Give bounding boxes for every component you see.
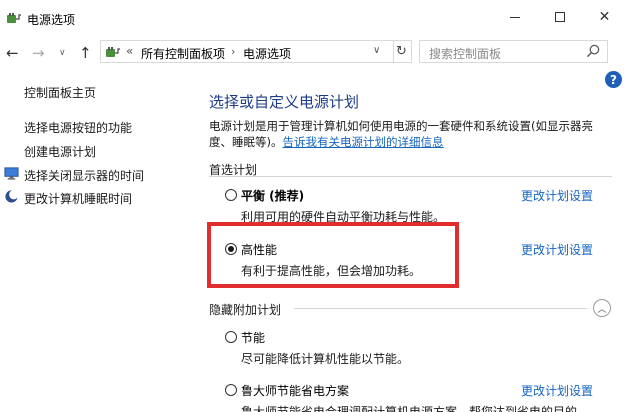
hidden-plans-label: 隐藏附加计划 <box>209 303 282 317</box>
address-overflow-chevron[interactable]: « <box>126 44 133 58</box>
sidebar-item-display-off[interactable]: 选择关闭显示器的时间 <box>24 167 144 184</box>
plan-ludashi-desc: 鲁大师节能省电合理调配计算机电源方案，帮您达到省电的目的。 <box>241 405 590 412</box>
plan-ludashi-change-link[interactable]: 更改计划设置 <box>521 382 593 399</box>
intro-link[interactable]: 告诉我有关电源计划的详细信息 <box>283 135 444 149</box>
address-dropdown-icon[interactable]: ∨ <box>373 45 380 56</box>
breadcrumb-separator-icon[interactable]: › <box>231 45 235 58</box>
plan-high-performance-change-link[interactable]: 更改计划设置 <box>521 241 593 258</box>
plan-ludashi-name[interactable]: 鲁大师节能省电方案 <box>241 382 349 399</box>
plan-power-saver-radio[interactable] <box>225 331 237 343</box>
recent-locations-button[interactable]: ∨ <box>59 48 66 58</box>
sidebar-item-home[interactable]: 控制面板主页 <box>24 84 96 101</box>
refresh-button[interactable]: ↻ <box>392 40 412 63</box>
address-bar: ← → ∨ ↑ « 所有控制面板项 › 电源选项 ∨ ↻ 搜索控制面板 <box>0 34 633 70</box>
chevron-up-icon: ︿ <box>597 304 607 315</box>
window-title: 电源选项 <box>27 13 76 27</box>
breadcrumb-all-items[interactable]: 所有控制面板项 <box>141 45 225 62</box>
minimize-button[interactable] <box>492 0 537 34</box>
plan-power-saver-name[interactable]: 节能 <box>241 329 265 346</box>
plan-balanced-name[interactable]: 平衡 (推荐) <box>241 187 304 204</box>
up-button[interactable]: ↑ <box>79 44 92 62</box>
plan-balanced-radio[interactable] <box>225 189 237 201</box>
maximize-button[interactable] <box>537 0 582 34</box>
back-button[interactable]: ← <box>6 44 19 62</box>
monitor-icon <box>4 167 19 180</box>
plan-balanced-change-link[interactable]: 更改计划设置 <box>521 187 593 204</box>
close-icon: ✕ <box>598 9 611 25</box>
hidden-plans-divider <box>294 308 587 309</box>
plan-power-saver-desc: 尽可能降低计算机性能以节能。 <box>241 352 410 366</box>
search-input[interactable]: 搜索控制面板 <box>419 40 608 63</box>
sidebar-item-power-buttons[interactable]: 选择电源按钮的功能 <box>24 119 132 136</box>
sidebar-item-create-plan[interactable]: 创建电源计划 <box>24 143 96 160</box>
highlight-annotation <box>207 222 459 288</box>
breadcrumb-power-options[interactable]: 电源选项 <box>243 45 291 62</box>
maximize-icon <box>554 12 565 22</box>
plan-ludashi-radio[interactable] <box>225 384 237 396</box>
power-options-icon <box>7 13 21 23</box>
search-icon <box>586 44 600 58</box>
preferred-plans-divider <box>209 176 612 177</box>
address-input[interactable]: « 所有控制面板项 › 电源选项 ∨ <box>100 40 394 63</box>
refresh-icon: ↻ <box>396 44 407 59</box>
search-placeholder: 搜索控制面板 <box>429 47 502 61</box>
sidebar: 控制面板主页 选择电源按钮的功能 创建电源计划 选择关闭显示器的时间 更改计算机… <box>0 70 190 412</box>
sidebar-item-sleep-time[interactable]: 更改计算机睡眠时间 <box>24 190 132 207</box>
minimize-icon <box>509 16 520 18</box>
page-title: 选择或自定义电源计划 <box>209 93 360 111</box>
collapse-hidden-plans-button[interactable]: ︿ <box>593 299 611 317</box>
title-bar: 电源选项 ✕ <box>0 0 633 34</box>
forward-button[interactable]: → <box>32 44 45 62</box>
intro-text: 电源计划是用于管理计算机如何使用电源的一套硬件和系统设置(如显示器亮度、睡眠等)… <box>209 118 609 150</box>
control-panel-icon <box>106 47 120 57</box>
close-button[interactable]: ✕ <box>582 0 627 34</box>
moon-icon <box>5 189 19 203</box>
